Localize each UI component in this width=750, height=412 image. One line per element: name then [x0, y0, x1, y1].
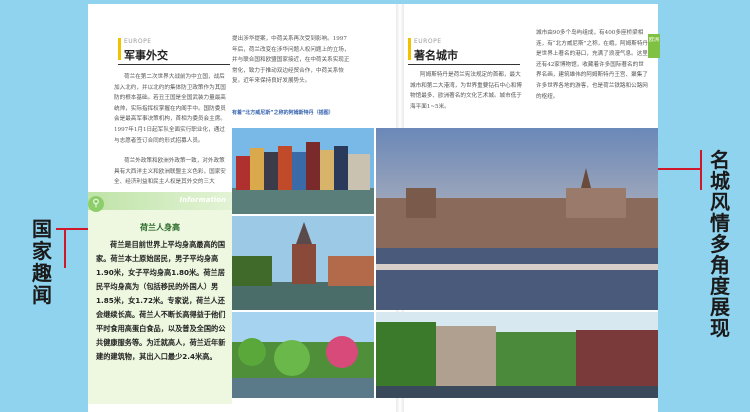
photo-canal-houses	[232, 128, 374, 214]
section-header-cities: EUROPE 著名城市	[408, 38, 520, 68]
section-title: 著名城市	[414, 49, 458, 62]
section-rule	[408, 64, 520, 65]
section-en-label: EUROPE	[414, 38, 442, 45]
page-tab: 欧洲	[648, 34, 660, 58]
section-rule	[118, 64, 230, 65]
paragraph-foreign-policy: 荷兰外政策和欧洲外政策一致，对外政策具有大西洋主义和欧洲联盟主义色彩，国家安全、…	[114, 158, 226, 186]
search-icon: ⚲	[88, 196, 104, 212]
side-label-fun-facts: 国家趣闻	[32, 217, 52, 307]
section-en-label: EUROPE	[124, 38, 152, 45]
photo-houses-trees	[376, 312, 658, 398]
pointer-line	[700, 150, 702, 190]
pointer-line	[658, 168, 702, 170]
accent-bar	[118, 38, 121, 60]
pointer-line	[64, 228, 66, 268]
paragraph-amsterdam-2: 城市由90多个岛屿组成，有400多座桥梁相连，有“北方威尼斯”之称，在峨，阿姆斯…	[536, 30, 649, 100]
paragraph-military: 荷兰在第二次世界大战前为中立国，战后加入北约，并以北约的集体防卫政策作为其国防的…	[114, 74, 226, 144]
info-tag: Information	[179, 196, 226, 204]
info-title: 荷兰人身高	[140, 223, 180, 232]
photo-caption: 有着“北方威尼斯”之称的阿姆斯特丹（插图）	[232, 110, 334, 116]
pointer-line	[56, 228, 88, 230]
photo-city-panorama	[376, 128, 658, 310]
photo-church-canal	[232, 216, 374, 310]
paragraph-relations: 提出涉华提案，中荷关系再次受到影响。1997年后，荷兰改变在涉华问题人权问题上的…	[232, 36, 350, 85]
section-title: 军事外交	[124, 49, 168, 62]
section-header-military: EUROPE 军事外交	[118, 38, 230, 68]
info-header: Information	[88, 192, 232, 210]
side-label-city-views: 名城风情多角度展现	[710, 148, 730, 340]
accent-bar	[408, 38, 411, 60]
info-body: 荷兰是目前世界上平均身高最高的国家。荷兰本土原始居民，男子平均身高1.90米，女…	[96, 240, 226, 361]
photo-canal-flowers	[232, 312, 374, 398]
paragraph-amsterdam: 阿姆斯特丹是荷兰宪法规定的首都，最大城市和第二大港湾，为世界重要钻石中心和博物馆…	[410, 72, 522, 110]
